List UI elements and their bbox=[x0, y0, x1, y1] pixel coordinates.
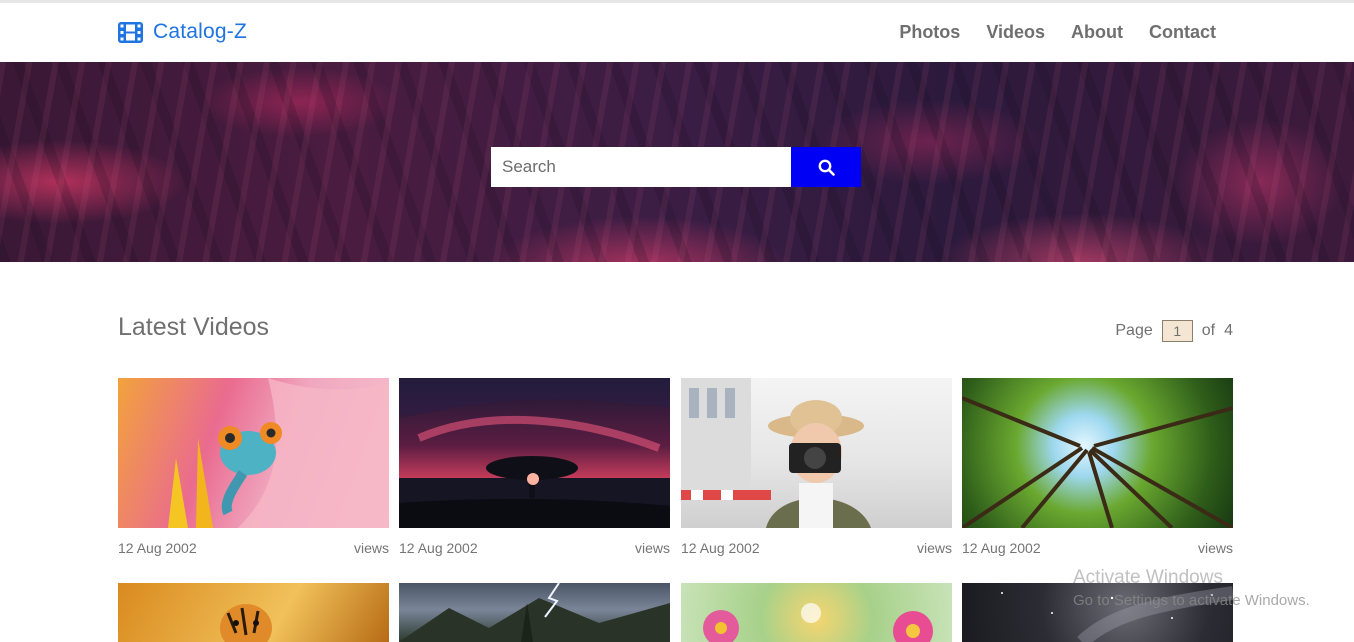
video-date: 12 Aug 2002 bbox=[118, 540, 197, 556]
video-thumbnail[interactable] bbox=[399, 378, 670, 528]
video-thumbnail[interactable] bbox=[681, 583, 952, 642]
video-thumbnail[interactable] bbox=[681, 378, 952, 528]
nav-link-photos[interactable]: Photos bbox=[899, 22, 960, 43]
tree-sunset-image bbox=[399, 378, 670, 528]
film-icon bbox=[118, 21, 143, 43]
tiger-image bbox=[220, 604, 272, 642]
video-thumbnail[interactable] bbox=[399, 583, 670, 642]
forest-canopy-image bbox=[962, 396, 1233, 528]
video-meta: 12 Aug 2002 views bbox=[399, 540, 670, 556]
video-card bbox=[681, 583, 952, 642]
brand-logo[interactable]: Catalog-Z bbox=[118, 20, 247, 44]
video-views: views bbox=[353, 540, 389, 556]
hero-banner bbox=[0, 62, 1354, 262]
main-nav: Photos Videos About Contact bbox=[899, 22, 1216, 43]
chameleon-image bbox=[168, 378, 389, 528]
navbar: Catalog-Z Photos Videos About Contact bbox=[0, 3, 1354, 62]
flowers-image bbox=[703, 603, 933, 642]
mountain-image bbox=[399, 583, 670, 642]
nav-link-contact[interactable]: Contact bbox=[1149, 22, 1216, 43]
video-card: 12 Aug 2002 views bbox=[962, 378, 1233, 556]
activation-watermark-title: Activate Windows bbox=[1073, 567, 1223, 588]
nav-link-about[interactable]: About bbox=[1071, 22, 1123, 43]
video-date: 12 Aug 2002 bbox=[962, 540, 1041, 556]
video-thumbnail[interactable] bbox=[118, 378, 389, 528]
page-label: Page bbox=[1115, 322, 1153, 339]
video-card: 12 Aug 2002 views bbox=[399, 378, 670, 556]
nav-link-videos[interactable]: Videos bbox=[986, 22, 1045, 43]
video-card bbox=[118, 583, 389, 642]
search-box bbox=[491, 147, 791, 187]
video-date: 12 Aug 2002 bbox=[399, 540, 478, 556]
video-views: views bbox=[916, 540, 952, 556]
video-meta: 12 Aug 2002 views bbox=[118, 540, 389, 556]
video-date: 12 Aug 2002 bbox=[681, 540, 760, 556]
brand-name: Catalog-Z bbox=[153, 20, 248, 43]
video-thumbnail[interactable] bbox=[118, 583, 389, 642]
video-thumbnail[interactable] bbox=[962, 378, 1233, 528]
video-card: 12 Aug 2002 views bbox=[681, 378, 952, 556]
video-meta: 12 Aug 2002 views bbox=[962, 540, 1233, 556]
current-page-input[interactable]: 1 bbox=[1161, 320, 1193, 342]
video-card bbox=[399, 583, 670, 642]
pagination: Page 1 of 4 bbox=[1115, 320, 1233, 342]
activation-watermark-subtitle: Go to Settings to activate Windows. bbox=[1073, 592, 1310, 609]
search-button[interactable] bbox=[791, 147, 861, 187]
video-views: views bbox=[1197, 540, 1233, 556]
photographer-image bbox=[681, 378, 871, 528]
section-title: Latest Videos bbox=[118, 313, 270, 341]
video-views: views bbox=[634, 540, 670, 556]
video-meta: 12 Aug 2002 views bbox=[681, 540, 952, 556]
video-card: 12 Aug 2002 views bbox=[118, 378, 389, 556]
search-icon bbox=[818, 159, 835, 176]
of-label: of bbox=[1201, 322, 1216, 339]
search-input[interactable] bbox=[491, 147, 791, 187]
total-pages: 4 bbox=[1224, 322, 1233, 339]
